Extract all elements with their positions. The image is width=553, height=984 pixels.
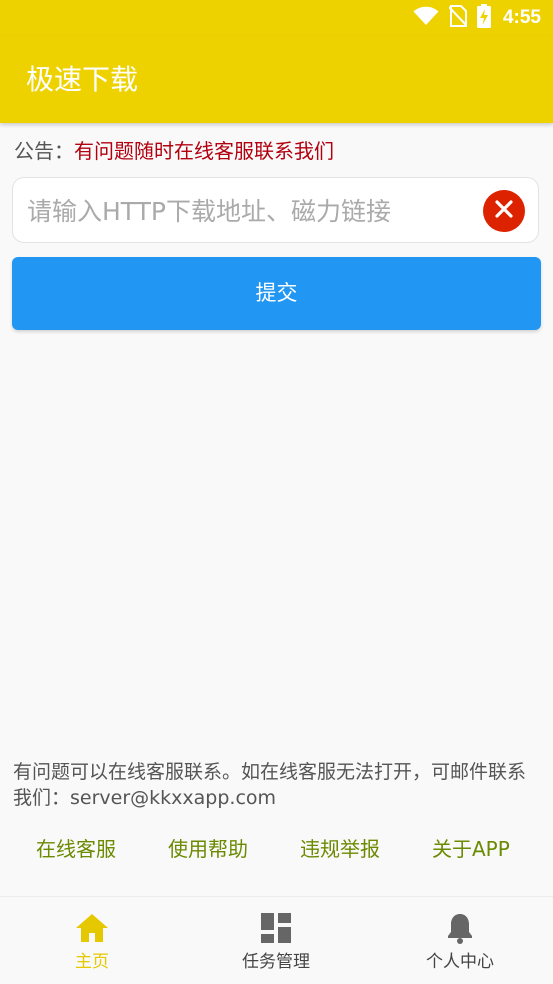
clear-input-button[interactable] [483,190,525,232]
announcement-text: 有问题随时在线客服联系我们 [74,139,334,163]
nav-profile-label: 个人中心 [426,952,494,972]
status-icons: 4:55 [413,4,541,32]
nav-home[interactable]: 主页 [52,897,132,984]
bottom-navigation: 主页 任务管理 个人中心 [0,896,553,984]
status-time: 4:55 [502,7,541,28]
nav-task-manager-label: 任务管理 [242,952,310,972]
contact-info: 有问题可以在线客服联系。如在线客服无法打开，可邮件联系我们：server@kkx… [13,761,527,809]
url-input-box [12,177,539,243]
online-service-link[interactable]: 在线客服 [36,832,116,866]
about-app-link[interactable]: 关于APP [432,832,510,866]
help-link[interactable]: 使用帮助 [168,832,248,866]
no-sim-icon [448,5,468,31]
app-title: 极速下载 [26,63,139,96]
nav-task-manager[interactable]: 任务管理 [226,897,326,984]
battery-charging-icon [476,4,491,32]
dashboard-icon [261,911,291,945]
report-link[interactable]: 违规举报 [300,832,380,866]
footer-links: 在线客服 使用帮助 违规举报 关于APP [0,832,553,866]
announcement: 公告：有问题随时在线客服联系我们 [14,136,334,166]
nav-home-label: 主页 [75,952,109,972]
wifi-icon [413,6,439,30]
close-icon [493,198,515,224]
submit-button[interactable]: 提交 [12,257,541,330]
home-icon [75,911,109,945]
download-url-input[interactable] [27,188,477,234]
status-bar: 4:55 [0,0,553,36]
app-bar: 极速下载 [0,36,553,123]
bell-icon [446,911,474,945]
announcement-label: 公告： [14,139,74,163]
nav-profile[interactable]: 个人中心 [410,897,510,984]
